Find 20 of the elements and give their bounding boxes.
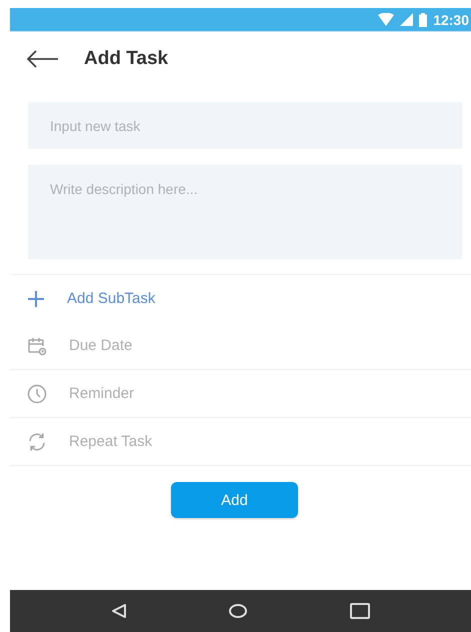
page-title: Add Task (84, 48, 168, 70)
task-input-field[interactable]: Input new task (28, 102, 462, 149)
back-icon[interactable] (111, 603, 128, 619)
description-field[interactable]: Write description here... (28, 165, 462, 259)
calendar-icon (27, 336, 47, 356)
repeat-icon (27, 432, 47, 452)
wifi-icon (378, 13, 394, 26)
status-time: 12:30 (433, 12, 469, 28)
home-icon[interactable] (229, 604, 248, 618)
add-button[interactable]: Add (171, 482, 298, 518)
signal-icon (400, 13, 414, 26)
option-label[interactable]: Due Date (69, 337, 132, 354)
clock-icon (27, 384, 47, 404)
option-label[interactable]: Reminder (69, 385, 134, 402)
battery-icon (419, 12, 428, 26)
recents-icon[interactable] (350, 603, 370, 619)
plus-icon (27, 290, 45, 308)
option-label[interactable]: Repeat Task (69, 433, 152, 450)
back-arrow-icon[interactable] (27, 50, 59, 68)
add-subtask-link[interactable]: Add SubTask (67, 290, 156, 307)
